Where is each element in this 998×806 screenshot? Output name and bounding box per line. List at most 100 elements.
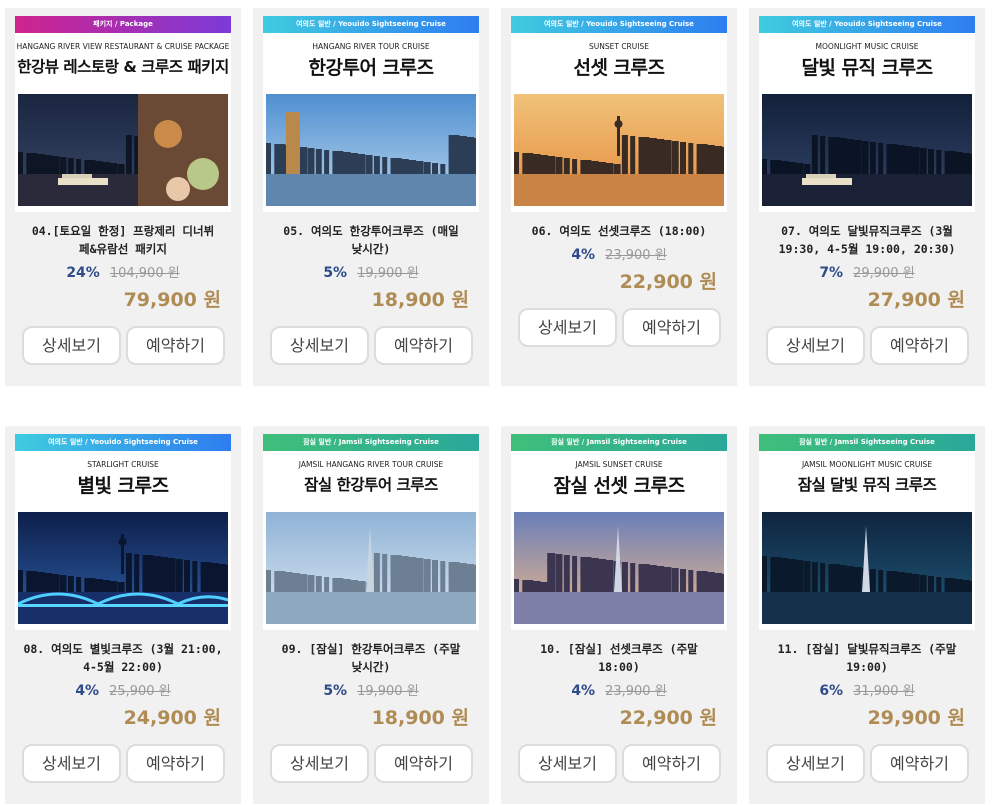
discount-rate: 24% [66, 265, 100, 281]
price-row: 5% 19,900 원 [253, 680, 489, 699]
english-subtitle: HANGANG RIVER TOUR CRUISE [312, 42, 430, 51]
product-title[interactable]: 07. 여의도 달빛뮤직크루즈 (3월 19:30, 4-5월 19:00, 20… [755, 222, 979, 258]
reserve-button[interactable]: 예약하기 [126, 744, 225, 783]
product-title[interactable]: 06. 여의도 선셋크루즈 (18:00) [507, 222, 731, 240]
english-subtitle: JAMSIL HANGANG RIVER TOUR CRUISE [298, 460, 444, 469]
detail-button[interactable]: 상세보기 [270, 744, 369, 783]
product-title-line1: 04.[토요일 한정] 프랑제리 디너뷔 [31, 224, 215, 238]
cruise-photo [18, 94, 228, 206]
category-band: 잠실 일반 / Jamsil Sightseeing Cruise [511, 434, 727, 451]
product-title-line2: 낮시간) [351, 242, 391, 256]
product-thumbnail[interactable]: 여의도 일반 / Yeouido Sightseeing Cruise HANGA… [263, 16, 479, 212]
product-title-line1: 06. 여의도 선셋크루즈 (18:00) [531, 224, 707, 238]
product-title-line2: 페&유람선 패키지 [79, 242, 167, 256]
reserve-button[interactable]: 예약하기 [870, 744, 969, 783]
price-row: 6% 31,900 원 [749, 680, 985, 699]
english-subtitle: STARLIGHT CRUISE [87, 460, 159, 469]
detail-button[interactable]: 상세보기 [518, 308, 617, 347]
detail-button[interactable]: 상세보기 [518, 744, 617, 783]
korean-title: 잠실 달빛 뮤직 크루즈 [797, 476, 937, 494]
discount-rate: 5% [323, 683, 348, 699]
korean-title: 선셋 크루즈 [573, 57, 665, 79]
category-band: 잠실 일반 / Jamsil Sightseeing Cruise [263, 434, 479, 451]
korean-title: 달빛 뮤직 크루즈 [801, 57, 933, 79]
korean-title: 한강투어 크루즈 [308, 57, 434, 79]
detail-button[interactable]: 상세보기 [766, 744, 865, 783]
product-thumbnail[interactable]: 패키지 / Package HANGANG RIVER VIEW RESTAURA… [15, 16, 231, 212]
price-row: 24% 104,900 원 [5, 262, 241, 281]
english-subtitle: SUNSET CRUISE [589, 42, 649, 51]
discount-rate: 4% [75, 683, 100, 699]
cruise-photo [514, 512, 724, 624]
reserve-button[interactable]: 예약하기 [622, 744, 721, 783]
product-title[interactable]: 04.[토요일 한정] 프랑제리 디너뷔페&유람선 패키지 [11, 222, 235, 258]
discount-rate: 5% [323, 265, 348, 281]
product-title[interactable]: 05. 여의도 한강투어크루즈 (매일낮시간) [259, 222, 483, 258]
product-thumbnail[interactable]: 여의도 일반 / Yeouido Sightseeing Cruise SUNSE… [511, 16, 727, 212]
cruise-photo [18, 512, 228, 624]
discount-rate: 6% [819, 683, 844, 699]
detail-button[interactable]: 상세보기 [270, 326, 369, 365]
cruise-photo [762, 94, 972, 206]
reserve-button[interactable]: 예약하기 [870, 326, 969, 365]
price-row: 4% 23,900 원 [501, 680, 737, 699]
sale-price: 22,900 원 [619, 271, 717, 293]
sale-price: 18,900 원 [371, 289, 469, 311]
product-title-line2: 18:00) [598, 660, 640, 674]
sale-price: 18,900 원 [371, 707, 469, 729]
reserve-button[interactable]: 예약하기 [374, 744, 473, 783]
category-band: 여의도 일반 / Yeouido Sightseeing Cruise [511, 16, 727, 33]
product-thumbnail[interactable]: 여의도 일반 / Yeouido Sightseeing Cruise STARL… [15, 434, 231, 630]
english-subtitle: MOONLIGHT MUSIC CRUISE [815, 42, 919, 51]
product-card: 여의도 일반 / Yeouido Sightseeing Cruise MOONL… [749, 8, 985, 386]
sale-price: 27,900 원 [867, 289, 965, 311]
product-title[interactable]: 09. [잠실] 한강투어크루즈 (주말 낮시간) [259, 640, 483, 676]
reserve-button[interactable]: 예약하기 [374, 326, 473, 365]
product-title-line2: 19:30, 4-5월 19:00, 20:30) [778, 242, 956, 256]
sale-price: 22,900 원 [619, 707, 717, 729]
product-title-line2: 4-5월 22:00) [83, 660, 163, 674]
category-band: 여의도 일반 / Yeouido Sightseeing Cruise [15, 434, 231, 451]
cruise-photo [762, 512, 972, 624]
product-thumbnail[interactable]: 잠실 일반 / Jamsil Sightseeing Cruise JAMSIL … [263, 434, 479, 630]
original-price: 29,900 원 [853, 266, 915, 281]
cruise-photo [266, 512, 476, 624]
category-band: 잠실 일반 / Jamsil Sightseeing Cruise [759, 434, 975, 451]
product-card: 여의도 일반 / Yeouido Sightseeing Cruise SUNSE… [501, 8, 737, 386]
product-thumbnail[interactable]: 잠실 일반 / Jamsil Sightseeing Cruise JAMSIL … [511, 434, 727, 630]
category-band: 패키지 / Package [15, 16, 231, 33]
price-row: 7% 29,900 원 [749, 262, 985, 281]
korean-title: 한강뷰 레스토랑 & 크루즈 패키지 [17, 58, 229, 76]
product-title[interactable]: 10. [잠실] 선셋크루즈 (주말 18:00) [507, 640, 731, 676]
product-title-line1: 08. 여의도 별빛크루즈 (3월 21:00, [23, 642, 223, 656]
product-thumbnail[interactable]: 여의도 일반 / Yeouido Sightseeing Cruise MOONL… [759, 16, 975, 212]
category-band: 여의도 일반 / Yeouido Sightseeing Cruise [263, 16, 479, 33]
english-subtitle: HANGANG RIVER VIEW RESTAURANT & CRUISE P… [16, 42, 230, 51]
reserve-button[interactable]: 예약하기 [126, 326, 225, 365]
detail-button[interactable]: 상세보기 [766, 326, 865, 365]
product-card: 잠실 일반 / Jamsil Sightseeing Cruise JAMSIL … [501, 426, 737, 804]
product-card: 잠실 일반 / Jamsil Sightseeing Cruise JAMSIL … [253, 426, 489, 804]
price-row: 4% 25,900 원 [5, 680, 241, 699]
product-title-line2: 낮시간) [351, 660, 391, 674]
product-title-line1: 10. [잠실] 선셋크루즈 (주말 [540, 642, 698, 656]
product-title-line1: 07. 여의도 달빛뮤직크루즈 (3월 [781, 224, 953, 238]
original-price: 23,900 원 [605, 248, 667, 263]
product-card: 여의도 일반 / Yeouido Sightseeing Cruise STARL… [5, 426, 241, 804]
detail-button[interactable]: 상세보기 [22, 326, 121, 365]
english-subtitle: JAMSIL SUNSET CRUISE [575, 460, 663, 469]
product-title-line1: 05. 여의도 한강투어크루즈 (매일 [283, 224, 459, 238]
product-thumbnail[interactable]: 잠실 일반 / Jamsil Sightseeing Cruise JAMSIL … [759, 434, 975, 630]
product-title[interactable]: 08. 여의도 별빛크루즈 (3월 21:00, 4-5월 22:00) [11, 640, 235, 676]
cruise-photo [266, 94, 476, 206]
product-title-line2: 19:00) [846, 660, 888, 674]
reserve-button[interactable]: 예약하기 [622, 308, 721, 347]
product-title-line1: 11. [잠실] 달빛뮤직크루즈 (주말 [777, 642, 957, 656]
english-subtitle: JAMSIL MOONLIGHT MUSIC CRUISE [801, 460, 933, 469]
original-price: 31,900 원 [853, 684, 915, 699]
product-title[interactable]: 11. [잠실] 달빛뮤직크루즈 (주말 19:00) [755, 640, 979, 676]
detail-button[interactable]: 상세보기 [22, 744, 121, 783]
sale-price: 29,900 원 [867, 707, 965, 729]
discount-rate: 7% [819, 265, 844, 281]
original-price: 19,900 원 [357, 684, 419, 699]
